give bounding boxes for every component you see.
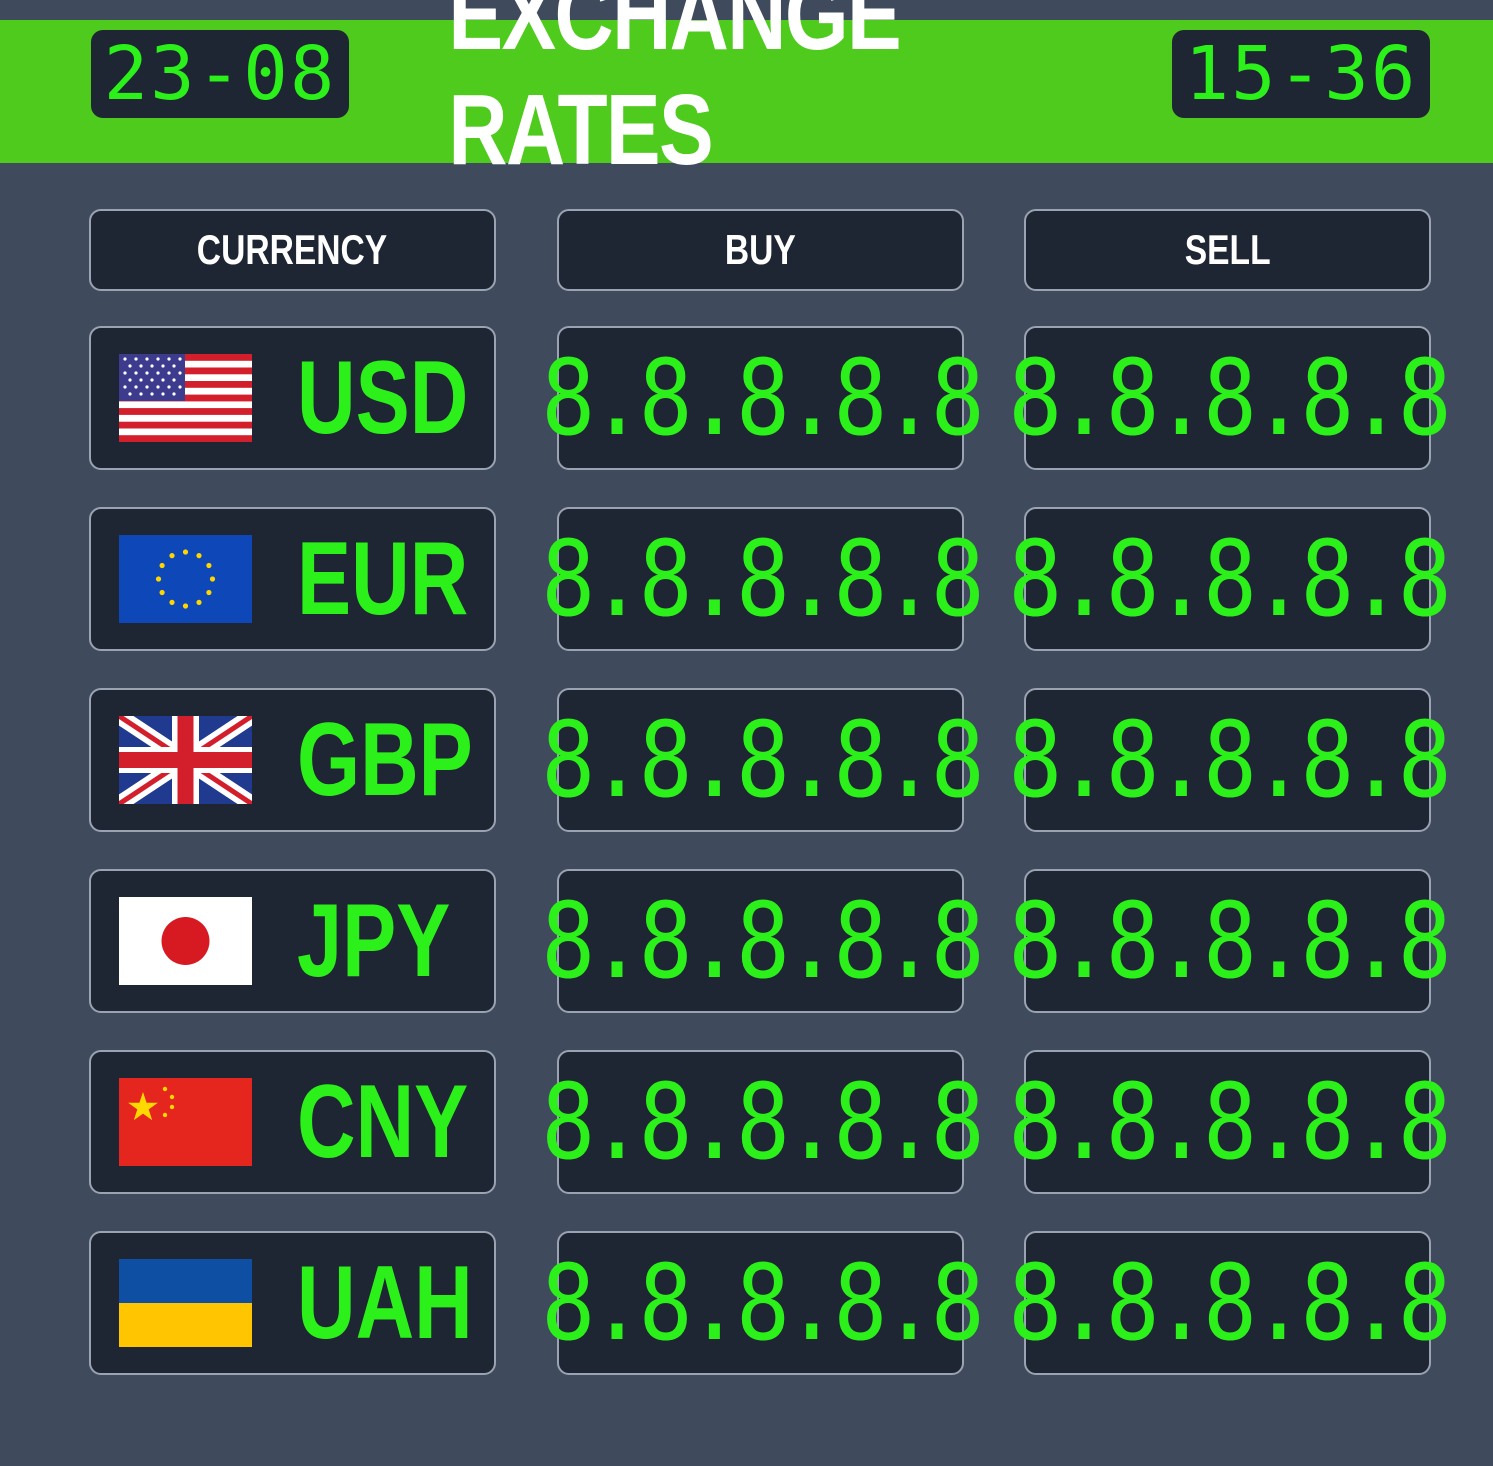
currency-code: GBP: [297, 701, 473, 818]
currency-cell-jpy: JPY: [89, 869, 496, 1013]
japan-flag-icon: [119, 897, 252, 985]
column-header-sell: SELL: [1024, 209, 1431, 291]
sell-rate-display: 8.8.8.8.8: [1008, 688, 1452, 832]
eu-flag-icon: [119, 535, 252, 623]
buy-rate-value: 8.8.8.8.8: [541, 337, 984, 459]
column-header-buy: BUY: [557, 209, 964, 291]
column-header-buy-label: BUY: [725, 226, 796, 273]
sell-rate-value: 8.8.8.8.8: [1008, 1242, 1451, 1364]
sell-rate-value: 8.8.8.8.8: [1008, 1061, 1451, 1183]
currency-cell-usd: USD: [89, 326, 496, 470]
currency-code: EUR: [297, 520, 469, 637]
date-display: 23-08: [91, 30, 349, 118]
sell-rate-display: 8.8.8.8.8: [1008, 326, 1452, 470]
sell-rate-display: 8.8.8.8.8: [1008, 869, 1452, 1013]
sell-rate-value: 8.8.8.8.8: [1008, 880, 1451, 1002]
currency-code: UAH: [297, 1244, 473, 1361]
sell-rate-display: 8.8.8.8.8: [1008, 1050, 1452, 1194]
buy-rate-value: 8.8.8.8.8: [541, 518, 984, 640]
buy-rate-display: 8.8.8.8.8: [541, 1050, 985, 1194]
page-title: EXCHANGE RATES: [448, 0, 901, 186]
buy-rate-value: 8.8.8.8.8: [541, 1061, 984, 1183]
uk-flag-icon: [119, 716, 252, 804]
buy-rate-value: 8.8.8.8.8: [541, 1242, 984, 1364]
china-flag-icon: [119, 1078, 252, 1166]
buy-rate-display: 8.8.8.8.8: [541, 688, 985, 832]
currency-cell-eur: EUR: [89, 507, 496, 651]
buy-rate-value: 8.8.8.8.8: [541, 880, 984, 1002]
column-header-sell-label: SELL: [1184, 226, 1271, 273]
sell-rate-value: 8.8.8.8.8: [1008, 699, 1451, 821]
currency-cell-uah: UAH: [89, 1231, 496, 1375]
sell-rate-display: 8.8.8.8.8: [1008, 507, 1452, 651]
us-flag-icon: [119, 354, 252, 442]
currency-code: JPY: [297, 882, 451, 999]
currency-cell-cny: CNY: [89, 1050, 496, 1194]
time-display: 15-36: [1172, 30, 1430, 118]
currency-cell-gbp: GBP: [89, 688, 496, 832]
buy-rate-value: 8.8.8.8.8: [541, 699, 984, 821]
currency-code: CNY: [297, 1063, 469, 1180]
ukraine-flag-icon: [119, 1259, 252, 1347]
buy-rate-display: 8.8.8.8.8: [541, 326, 985, 470]
sell-rate-value: 8.8.8.8.8: [1008, 337, 1451, 459]
buy-rate-display: 8.8.8.8.8: [541, 1231, 985, 1375]
column-header-currency: CURRENCY: [89, 209, 496, 291]
buy-rate-display: 8.8.8.8.8: [541, 869, 985, 1013]
sell-rate-display: 8.8.8.8.8: [1008, 1231, 1452, 1375]
sell-rate-value: 8.8.8.8.8: [1008, 518, 1451, 640]
buy-rate-display: 8.8.8.8.8: [541, 507, 985, 651]
currency-code: USD: [297, 339, 469, 456]
column-header-currency-label: CURRENCY: [197, 226, 388, 273]
